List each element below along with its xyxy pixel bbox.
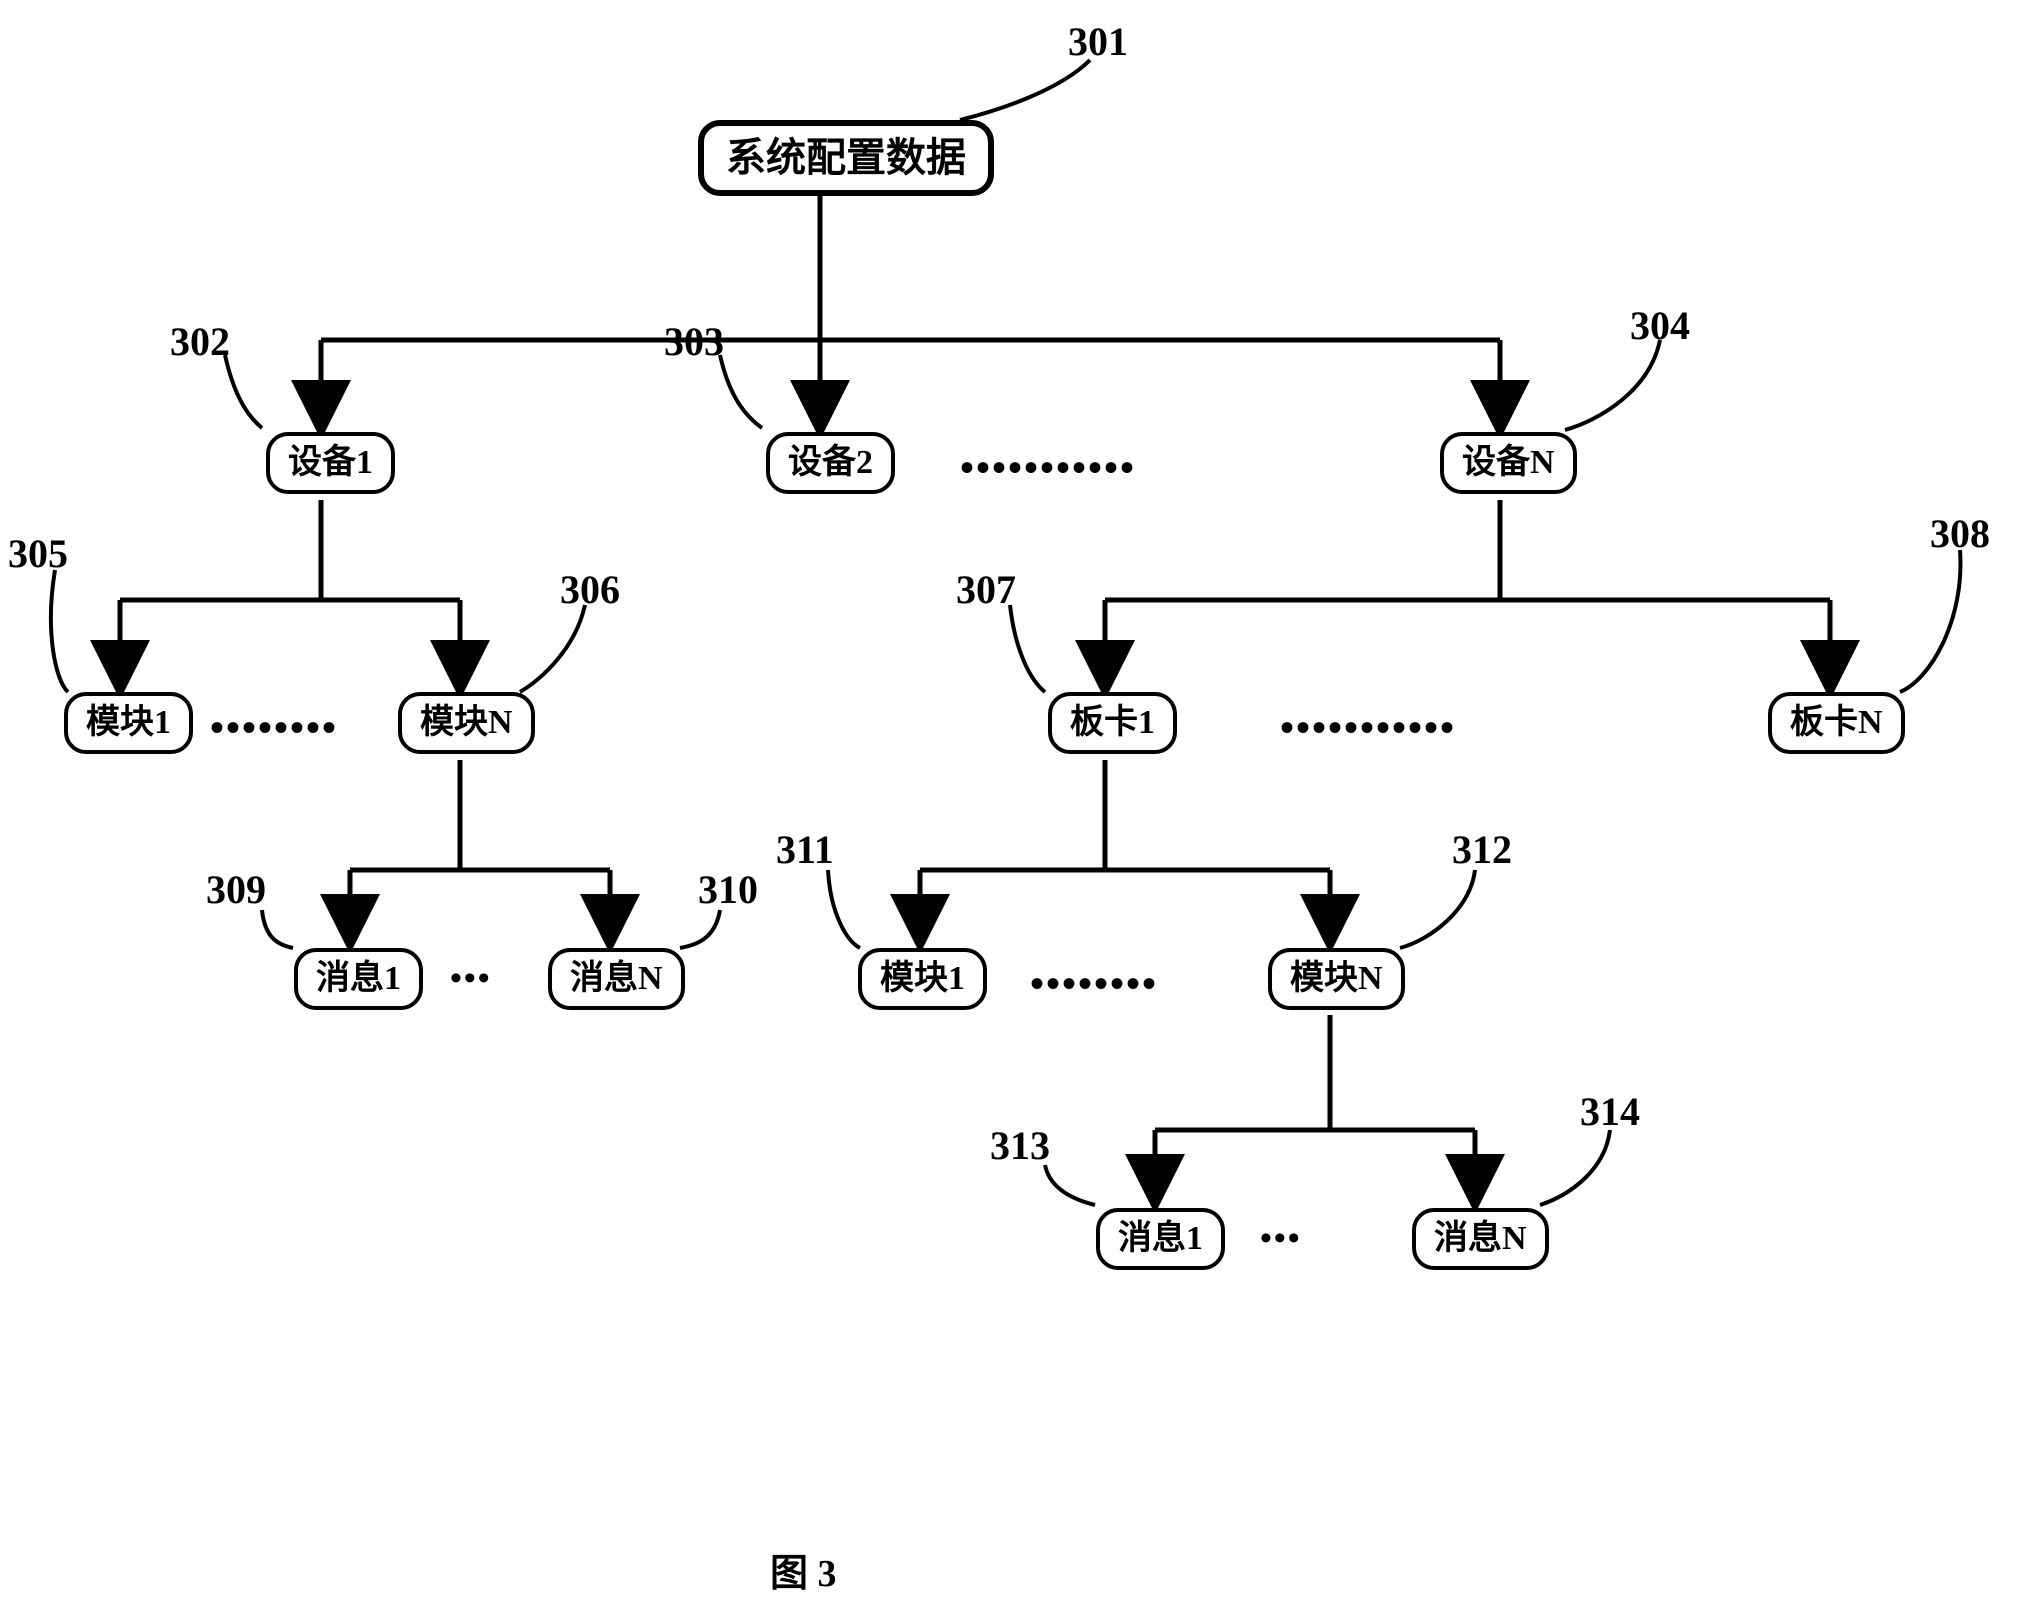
node-device-n: 设备N <box>1440 432 1577 494</box>
ellipsis-modules-left: •••••••• <box>210 704 338 751</box>
node-system-config-data: 系统配置数据 <box>698 120 994 196</box>
node-device-1: 设备1 <box>266 432 395 494</box>
node-message-n-right: 消息N <box>1412 1208 1549 1270</box>
ref-304: 304 <box>1630 302 1690 349</box>
node-board-1: 板卡1 <box>1048 692 1177 754</box>
ref-310: 310 <box>698 866 758 913</box>
ellipsis-modules-right: •••••••• <box>1030 960 1158 1007</box>
ref-308: 308 <box>1930 510 1990 557</box>
ellipsis-boards: ••••••••••• <box>1280 704 1456 751</box>
ref-301: 301 <box>1068 18 1128 65</box>
node-module-n-left: 模块N <box>398 692 535 754</box>
ref-311: 311 <box>776 826 834 873</box>
node-device-2: 设备2 <box>766 432 895 494</box>
node-message-1-right: 消息1 <box>1096 1208 1225 1270</box>
ref-313: 313 <box>990 1122 1050 1169</box>
node-board-n: 板卡N <box>1768 692 1905 754</box>
ellipsis-messages-right: ••• <box>1260 1220 1302 1258</box>
ref-302: 302 <box>170 318 230 365</box>
diagram-canvas: 系统配置数据 设备1 设备2 设备N 模块1 模块N 板卡1 板卡N 消息1 消… <box>0 0 2029 1623</box>
ref-307: 307 <box>956 566 1016 613</box>
ref-309: 309 <box>206 866 266 913</box>
ellipsis-devices: ••••••••••• <box>960 444 1136 491</box>
connectors <box>0 0 2029 1623</box>
ellipsis-messages-left: ••• <box>450 960 492 998</box>
node-message-1-left: 消息1 <box>294 948 423 1010</box>
ref-306: 306 <box>560 566 620 613</box>
node-module-n-right: 模块N <box>1268 948 1405 1010</box>
node-module-1-right: 模块1 <box>858 948 987 1010</box>
ref-314: 314 <box>1580 1088 1640 1135</box>
figure-caption: 图 3 <box>770 1542 837 1597</box>
node-message-n-left: 消息N <box>548 948 685 1010</box>
ref-305: 305 <box>8 530 68 577</box>
node-module-1-left: 模块1 <box>64 692 193 754</box>
ref-303: 303 <box>664 318 724 365</box>
ref-312: 312 <box>1452 826 1512 873</box>
